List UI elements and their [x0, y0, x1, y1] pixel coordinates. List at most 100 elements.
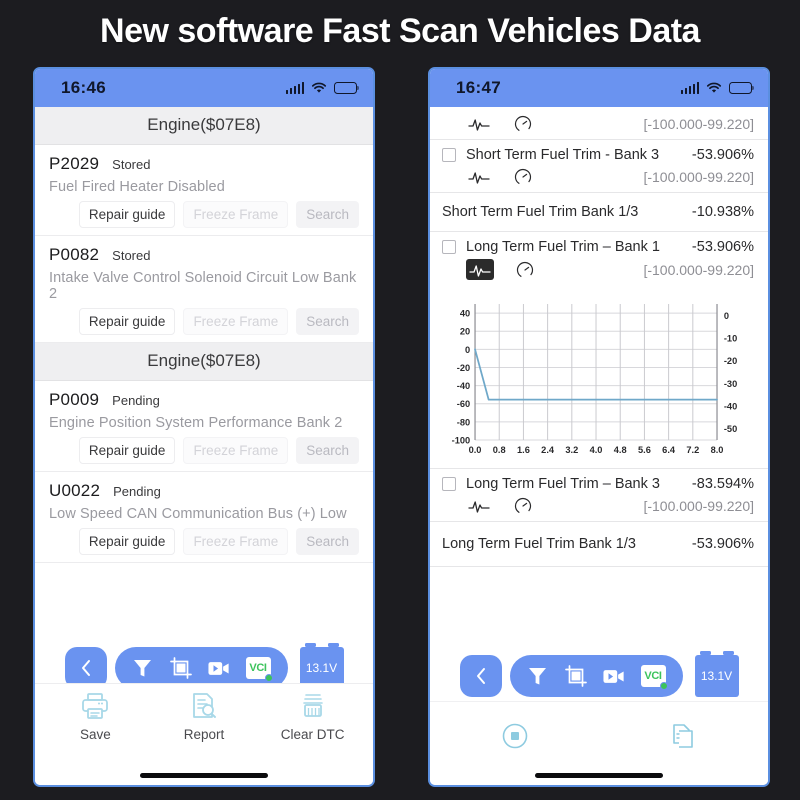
back-button[interactable]: [459, 655, 502, 697]
vci-status-icon[interactable]: VCI: [245, 657, 273, 682]
waveform-icon[interactable]: [466, 167, 492, 186]
repair-guide-button[interactable]: Repair guide: [78, 308, 176, 335]
dtc-row[interactable]: P0009 Pending Engine Position System Per…: [35, 381, 373, 472]
dtc-actions: Repair guide Freeze Frame Search: [49, 201, 359, 228]
waveform-icon[interactable]: [466, 496, 492, 515]
search-button[interactable]: Search: [296, 528, 359, 555]
svg-text:4.8: 4.8: [614, 445, 627, 455]
svg-text:0.8: 0.8: [493, 445, 506, 455]
report-button[interactable]: Report: [161, 692, 247, 742]
live-data-chart: 40 20 0 -20 -40 -60 -80 -100 0.0 0.8 1.6 2.4 3.2 4.0 4…: [436, 294, 758, 464]
dtc-row-header: P0009 Pending: [49, 390, 359, 410]
svg-text:8.0: 8.0: [711, 445, 724, 455]
gauge-icon[interactable]: [510, 114, 536, 133]
video-record-icon[interactable]: [602, 665, 625, 687]
live-data-header: Long Term Fuel Trim – Bank 3 -83.594%: [442, 476, 754, 492]
freeze-frame-button[interactable]: Freeze Frame: [183, 528, 289, 555]
live-data-range: [-100.000-99.220]: [643, 115, 754, 132]
waveform-icon[interactable]: [466, 114, 492, 133]
search-button[interactable]: Search: [296, 437, 359, 464]
screenshot-root: New software Fast Scan Vehicles Data 16:…: [0, 0, 800, 800]
row-checkbox[interactable]: [442, 148, 456, 162]
repair-guide-button[interactable]: Repair guide: [78, 528, 176, 555]
live-data-value: -53.906%: [691, 239, 754, 255]
dtc-code: P0009: [49, 390, 100, 409]
svg-text:1.6: 1.6: [517, 445, 530, 455]
repair-guide-button[interactable]: Repair guide: [78, 201, 176, 228]
live-data-header: Short Term Fuel Trim - Bank 3 -53.906%: [442, 147, 754, 163]
clear-dtc-label: Clear DTC: [280, 727, 345, 742]
video-record-icon[interactable]: [207, 657, 230, 679]
dtc-actions: Repair guide Freeze Frame Search: [49, 437, 359, 464]
section-header: Engine($07E8): [35, 107, 373, 145]
repair-guide-button[interactable]: Repair guide: [78, 437, 176, 464]
vci-status-icon[interactable]: VCI: [640, 665, 668, 690]
section-header: Engine($07E8): [35, 343, 373, 381]
live-data-range: [-100.000-99.220]: [643, 497, 754, 514]
dtc-actions: Repair guide Freeze Frame Search: [49, 528, 359, 555]
funnel-icon[interactable]: [132, 657, 154, 679]
row-checkbox[interactable]: [442, 477, 456, 491]
stop-record-button[interactable]: [430, 723, 599, 754]
freeze-frame-button[interactable]: Freeze Frame: [183, 437, 289, 464]
battery-voltage-badge[interactable]: 13.1V: [694, 651, 739, 697]
row-checkbox[interactable]: [442, 240, 456, 254]
stop-record-icon: [502, 723, 528, 754]
live-data-header: Long Term Fuel Trim – Bank 1 -53.906%: [442, 239, 754, 255]
svg-text:-20: -20: [457, 363, 470, 373]
crop-screenshot-icon[interactable]: [564, 665, 587, 687]
dtc-row[interactable]: P0082 Stored Intake Valve Control Soleno…: [35, 236, 373, 343]
search-button[interactable]: Search: [296, 201, 359, 228]
live-data-row[interactable]: Short Term Fuel Trim Bank 1/3 -10.938%: [430, 193, 768, 232]
waveform-icon[interactable]: [466, 259, 494, 280]
save-button[interactable]: Save: [52, 692, 138, 742]
live-data-value: -10.938%: [691, 204, 754, 220]
dtc-row[interactable]: U0022 Pending Low Speed CAN Communicatio…: [35, 472, 373, 563]
svg-text:-50: -50: [724, 424, 737, 434]
search-button[interactable]: Search: [296, 308, 359, 335]
dtc-row[interactable]: P2029 Stored Fuel Fired Heater Disabled …: [35, 145, 373, 236]
gauge-icon[interactable]: [510, 496, 536, 515]
live-data-controls: [-100.000-99.220]: [442, 114, 754, 133]
live-data-row[interactable]: Long Term Fuel Trim Bank 1/3 -53.906%: [430, 522, 768, 567]
crop-screenshot-icon[interactable]: [169, 657, 192, 679]
dtc-code: P2029: [49, 154, 100, 173]
svg-text:-20: -20: [724, 356, 737, 366]
freeze-frame-button[interactable]: Freeze Frame: [183, 201, 289, 228]
freeze-frame-button[interactable]: Freeze Frame: [183, 308, 289, 335]
live-data-row[interactable]: Short Term Fuel Trim - Bank 3 -53.906% […: [430, 140, 768, 193]
compare-report-icon: [671, 723, 697, 754]
battery-voltage-label: 13.1V: [305, 661, 338, 675]
live-data-name: Long Term Fuel Trim – Bank 3: [466, 476, 660, 492]
vci-connected-dot: [660, 681, 668, 690]
svg-text:-40: -40: [724, 401, 737, 411]
right-screen: [-100.000-99.220] Short Term Fuel Trim -…: [430, 107, 768, 785]
gauge-icon[interactable]: [510, 167, 536, 186]
live-data-row[interactable]: Long Term Fuel Trim – Bank 1 -53.906% [-…: [430, 232, 768, 286]
dtc-status: Pending: [113, 484, 161, 499]
signal-bars-icon: [680, 82, 699, 94]
dtc-actions: Repair guide Freeze Frame Search: [49, 308, 359, 335]
live-data-value: -53.906%: [691, 536, 754, 552]
dtc-code: U0022: [49, 481, 101, 500]
gauge-icon[interactable]: [512, 260, 538, 279]
left-action-bar: Save Report Clear DTC: [35, 683, 373, 753]
live-data-row[interactable]: [-100.000-99.220]: [430, 107, 768, 140]
live-data-row[interactable]: Long Term Fuel Trim – Bank 3 -83.594% [-…: [430, 469, 768, 522]
dtc-row-header: P2029 Stored: [49, 154, 359, 174]
live-data-controls: [-100.000-99.220]: [442, 167, 754, 186]
svg-text:2.4: 2.4: [541, 445, 555, 455]
dtc-description: Low Speed CAN Communication Bus (+) Low: [49, 506, 347, 522]
live-data-chart-wrap: 40 20 0 -20 -40 -60 -80 -100 0.0 0.8 1.6 2.4 3.2 4.0 4…: [430, 286, 768, 468]
banner: New software Fast Scan Vehicles Data: [0, 0, 800, 62]
clear-dtc-button[interactable]: Clear DTC: [270, 692, 356, 742]
dtc-status: Stored: [112, 157, 151, 172]
compare-report-button[interactable]: [599, 723, 768, 754]
dtc-description: Intake Valve Control Solenoid Circuit Lo…: [49, 270, 357, 302]
save-label: Save: [79, 727, 111, 742]
signal-bars-icon: [285, 82, 304, 94]
svg-text:3.2: 3.2: [565, 445, 578, 455]
funnel-icon[interactable]: [527, 665, 549, 687]
dtc-description: Engine Position System Performance Bank …: [49, 415, 343, 431]
brush-clear-icon: [298, 692, 328, 725]
